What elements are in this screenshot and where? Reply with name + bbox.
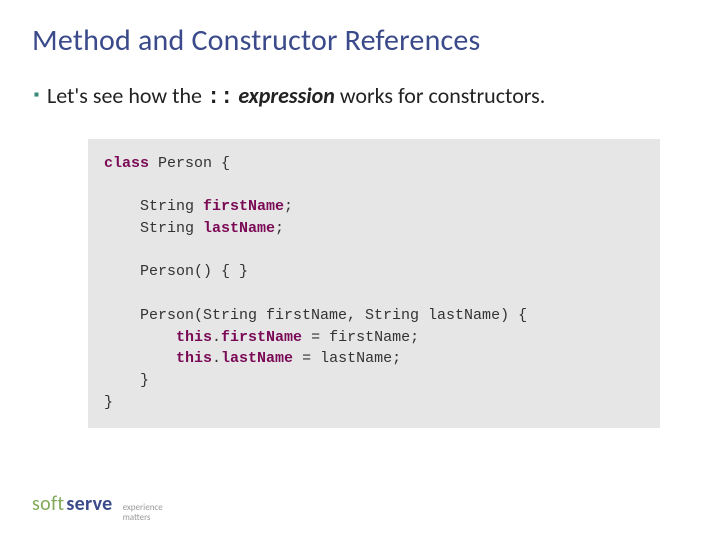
code-text: = firstName; xyxy=(302,329,419,346)
code-text: ; xyxy=(275,220,284,237)
field-name: firstName xyxy=(221,329,302,346)
bullet-text: Let's see how the :: expression works fo… xyxy=(47,81,545,113)
field-name: firstName xyxy=(203,198,284,215)
code-text: } xyxy=(104,372,149,389)
bullet-text-pre: Let's see how the xyxy=(47,82,207,109)
keyword-this: this xyxy=(176,350,212,367)
logo-part-soft: soft xyxy=(32,492,64,516)
tagline-line: matters xyxy=(123,513,163,522)
logo-tagline: experience matters xyxy=(123,503,163,522)
code-text: ; xyxy=(284,198,293,215)
bullet-marker: ▪ xyxy=(34,81,39,109)
keyword-this: this xyxy=(176,329,212,346)
code-text: } xyxy=(104,394,113,411)
emphasis-word: expression xyxy=(233,82,335,109)
code-text: . xyxy=(212,329,221,346)
code-block: class Person { String firstName; String … xyxy=(88,139,660,428)
logo-part-serve: serve xyxy=(66,492,112,516)
page-title: Method and Constructor References xyxy=(32,22,688,59)
bullet-text-post: works for constructors. xyxy=(335,82,545,109)
code-text: Person(String firstName, String lastName… xyxy=(104,307,527,324)
field-name: lastName xyxy=(203,220,275,237)
field-name: lastName xyxy=(221,350,293,367)
footer-logo: softserve experience matters xyxy=(32,492,163,522)
keyword-class: class xyxy=(104,155,149,172)
code-operator: :: xyxy=(207,85,233,110)
code-text xyxy=(104,329,176,346)
code-text: String xyxy=(104,198,203,215)
code-text: = lastName; xyxy=(293,350,401,367)
bullet-item: ▪ Let's see how the :: expression works … xyxy=(32,81,688,113)
code-text: Person { xyxy=(149,155,230,172)
code-text: String xyxy=(104,220,203,237)
code-text: . xyxy=(212,350,221,367)
code-text xyxy=(104,350,176,367)
code-text: Person() { } xyxy=(104,263,248,280)
